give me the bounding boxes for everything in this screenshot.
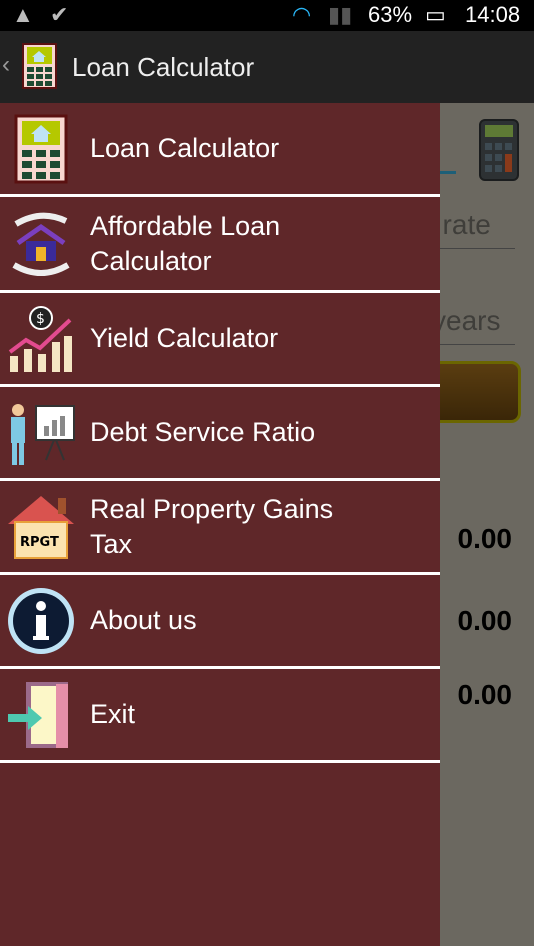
- drawer-item-affordable-loan-calculator[interactable]: Affordable Loan Calculator: [0, 197, 440, 293]
- battery-icon: ▭: [425, 2, 446, 27]
- field-underline-2: [440, 248, 515, 249]
- drawer-item-label: Debt Service Ratio: [90, 417, 316, 447]
- drawer-item-label: Loan Calculator: [90, 133, 280, 163]
- result-value-1: 0.00: [457, 523, 513, 554]
- warning-icon: ▲: [12, 2, 34, 27]
- drawer-item-label: Affordable Loan Calculator: [90, 210, 281, 276]
- drawer-item-label: Real Property Gains Tax: [90, 493, 334, 559]
- loan-calculator-icon[interactable]: [22, 43, 57, 89]
- info-icon: [8, 587, 74, 654]
- status-bar: ▲ ✔ ◠ ▮▮ 63% ▭ 14:08: [0, 0, 534, 31]
- checkbox-icon: ✔: [50, 2, 69, 27]
- yield-chart-icon: $: [8, 305, 72, 372]
- result-value-3: 0.00: [457, 679, 513, 710]
- rpgt-text: RPGT: [20, 535, 59, 550]
- back-chevron-icon[interactable]: ‹: [2, 51, 10, 79]
- app-bar: ‹ Loan Calculator: [0, 31, 534, 103]
- wifi-icon: ◠: [292, 2, 312, 27]
- drawer-item-real-property-gains-tax[interactable]: RPGT Real Property Gains Tax: [0, 481, 440, 575]
- navigation-drawer: Loan Calculator Affordable Loan Calculat…: [0, 103, 440, 946]
- drawer-item-debt-service-ratio[interactable]: Debt Service Ratio: [0, 387, 440, 481]
- field-underline-1: [440, 171, 456, 174]
- svg-text:$: $: [36, 311, 45, 327]
- field-fragment-3[interactable]: years: [432, 305, 500, 337]
- rpgt-house-icon: RPGT: [8, 495, 74, 559]
- battery-level: 63%: [368, 2, 413, 27]
- drawer-item-about-us[interactable]: About us: [0, 575, 440, 669]
- drawer-item-label: Exit: [90, 699, 136, 729]
- drawer-item-label: About us: [90, 605, 197, 635]
- signal-icon: ▮▮: [328, 2, 353, 27]
- field-underline-3: [440, 344, 515, 345]
- app-title: Loan Calculator: [72, 52, 255, 82]
- presentation-icon: [11, 403, 75, 465]
- drawer-item-exit[interactable]: Exit: [0, 669, 440, 763]
- clock: 14:08: [465, 2, 521, 27]
- drawer-item-label: Yield Calculator: [90, 323, 279, 353]
- calculator-icon[interactable]: [479, 119, 519, 181]
- exit-door-icon: [8, 681, 68, 748]
- drawer-item-yield-calculator[interactable]: $ Yield Calculator: [0, 293, 440, 387]
- drawer-item-loan-calculator[interactable]: Loan Calculator: [0, 103, 440, 197]
- loan-calculator-icon: [14, 114, 68, 183]
- result-value-2: 0.00: [457, 605, 513, 636]
- house-hands-icon: [12, 212, 70, 276]
